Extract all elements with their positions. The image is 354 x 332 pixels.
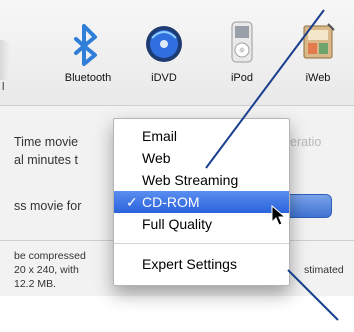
callout-lines (205, 9, 339, 321)
callout-line-bottom (287, 269, 339, 321)
mouse-pointer-icon (271, 204, 287, 226)
callout-line-top (205, 9, 325, 169)
